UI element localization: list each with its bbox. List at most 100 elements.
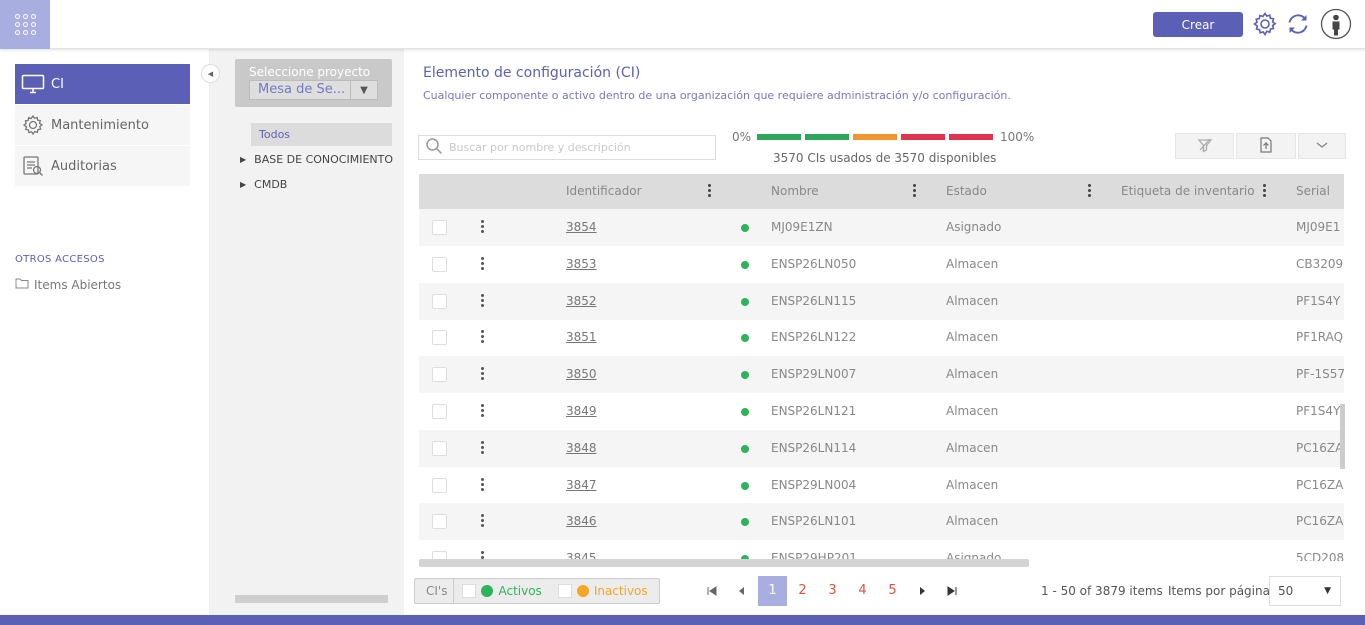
column-header-serial[interactable]: Serial: [1296, 174, 1330, 209]
expand-triangle-icon[interactable]: ▶: [240, 155, 246, 164]
tree-item-base-conocimiento[interactable]: ▶ BASE DE CONOCIMIENTO: [240, 153, 393, 166]
collapse-sidebar-button[interactable]: ◀: [201, 64, 220, 83]
status-dot: [741, 481, 749, 490]
project-panel: Seleccione proyecto Mesa de Se... ▼ Todo…: [210, 49, 404, 615]
column-menu-icon[interactable]: [708, 184, 712, 197]
column-menu-icon[interactable]: [913, 184, 917, 197]
table-row[interactable]: 3854 MJ09E1ZN Asignado MJ09E1: [419, 209, 1344, 246]
last-page-button[interactable]: [940, 576, 964, 606]
page-title: Elemento de configuración (CI): [423, 65, 641, 81]
row-checkbox[interactable]: [432, 367, 447, 383]
more-options-button[interactable]: [1298, 133, 1346, 159]
table-row[interactable]: 3851 ENSP26LN122 Almacen PF1RAQ: [419, 319, 1344, 356]
monitor-icon: [15, 74, 51, 94]
column-menu-icon[interactable]: [1263, 184, 1267, 197]
items-per-page-select[interactable]: 50 ▼: [1269, 576, 1341, 606]
page-button-2[interactable]: 2: [788, 576, 817, 606]
row-checkbox[interactable]: [432, 220, 447, 235]
create-button[interactable]: Crear: [1153, 12, 1243, 37]
active-filter-checkbox[interactable]: [462, 584, 477, 598]
row-checkbox[interactable]: [432, 514, 447, 530]
row-checkbox[interactable]: [432, 404, 447, 419]
row-identifier-link[interactable]: 3850: [566, 356, 597, 393]
row-menu-icon[interactable]: [481, 404, 484, 417]
page-button-4[interactable]: 4: [848, 576, 877, 606]
row-status: Asignado: [946, 220, 1002, 234]
row-checkbox[interactable]: [432, 477, 447, 493]
row-status: Almacen: [946, 440, 999, 455]
row-menu-icon[interactable]: [481, 477, 484, 491]
page-button-1[interactable]: 1: [758, 576, 787, 606]
inactive-legend-label: Inactivos: [593, 584, 648, 598]
inactive-filter-checkbox[interactable]: [557, 584, 572, 598]
apps-menu-button[interactable]: [0, 0, 50, 49]
nav-item-ci[interactable]: CI: [15, 64, 190, 104]
row-menu-icon[interactable]: [481, 367, 484, 381]
folder-icon: [15, 277, 29, 292]
project-dropdown[interactable]: Mesa de Se... ▼: [249, 80, 378, 100]
row-identifier-link[interactable]: 3849: [566, 393, 597, 430]
column-menu-icon[interactable]: [1088, 184, 1092, 197]
prev-page-button[interactable]: [730, 576, 754, 606]
row-identifier-link[interactable]: 3845: [566, 540, 597, 561]
page-button-3[interactable]: 3: [818, 576, 847, 606]
column-header-identificador[interactable]: Identificador: [566, 174, 642, 209]
row-menu-icon[interactable]: [481, 220, 484, 233]
column-header-nombre[interactable]: Nombre: [771, 174, 819, 209]
table-row[interactable]: 3853 ENSP26LN050 Almacen CB3209: [419, 246, 1344, 283]
row-identifier-link[interactable]: 3851: [566, 319, 597, 356]
search-icon: [425, 137, 443, 158]
table-row[interactable]: 3848 ENSP26LN114 Almacen PC16ZA: [419, 429, 1344, 467]
row-identifier-link[interactable]: 3848: [566, 430, 597, 467]
row-serial: PC16ZA: [1296, 477, 1344, 492]
table-row[interactable]: 3849 ENSP26LN121 Almacen PF1S4Y: [419, 393, 1344, 430]
next-page-button[interactable]: [910, 576, 934, 606]
tree-item-todos[interactable]: Todos: [251, 123, 392, 146]
row-identifier-link[interactable]: 3852: [566, 283, 597, 320]
usage-segment: [805, 134, 849, 140]
row-identifier-link[interactable]: 3846: [566, 503, 597, 540]
project-panel-scrollbar[interactable]: [235, 595, 388, 603]
clear-filter-button[interactable]: [1175, 133, 1234, 159]
row-menu-icon[interactable]: [481, 293, 484, 307]
table-row[interactable]: 3850 ENSP29LN007 Almacen PF-1S57: [419, 356, 1344, 394]
settings-gear-icon[interactable]: [1250, 9, 1280, 39]
refresh-icon[interactable]: [1283, 9, 1313, 39]
row-checkbox[interactable]: [432, 256, 447, 272]
search-input[interactable]: [449, 141, 699, 154]
table-row[interactable]: 3852 ENSP26LN115 Almacen PF1S4Y: [419, 282, 1344, 320]
left-navigation: CI Mantenimiento Auditorias OTROS ACCESO…: [0, 49, 210, 615]
filter-off-icon: [1197, 137, 1213, 156]
expand-triangle-icon[interactable]: ▶: [240, 180, 246, 189]
row-menu-icon[interactable]: [481, 256, 484, 270]
items-abiertos-label: Items Abiertos: [34, 277, 122, 292]
first-page-button[interactable]: [700, 576, 724, 606]
search-box[interactable]: [418, 135, 716, 160]
column-header-etiqueta[interactable]: Etiqueta de inventario: [1121, 174, 1255, 209]
row-status: Almacen: [946, 367, 999, 382]
table-vertical-scrollbar[interactable]: [1340, 404, 1345, 469]
table-horizontal-scrollbar[interactable]: [419, 559, 1029, 567]
row-checkbox[interactable]: [432, 440, 447, 456]
export-button[interactable]: [1236, 133, 1296, 159]
items-abiertos-link[interactable]: Items Abiertos: [15, 277, 121, 292]
row-identifier-link[interactable]: 3847: [566, 467, 597, 504]
table-row[interactable]: 3845 ENSP29HP201 Asignado 5CD208: [419, 540, 1344, 561]
row-identifier-link[interactable]: 3853: [566, 246, 597, 283]
nav-item-auditorias[interactable]: Auditorias: [15, 146, 190, 186]
table-row[interactable]: 3847 ENSP29LN004 Almacen PC16ZA: [419, 467, 1344, 504]
table-row[interactable]: 3846 ENSP26LN101 Almacen PC16ZA: [419, 503, 1344, 541]
row-status: Almacen: [946, 514, 999, 529]
row-checkbox[interactable]: [432, 293, 447, 309]
nav-item-mantenimiento[interactable]: Mantenimiento: [15, 105, 190, 145]
row-identifier-link[interactable]: 3854: [566, 209, 597, 246]
tree-item-cmdb[interactable]: ▶ CMDB: [240, 178, 287, 191]
row-checkbox[interactable]: [432, 330, 447, 346]
column-header-estado[interactable]: Estado: [946, 174, 987, 209]
main-content: Elemento de configuración (CI) Cualquier…: [404, 49, 1365, 615]
user-avatar-icon[interactable]: [1320, 8, 1352, 40]
page-button-5[interactable]: 5: [878, 576, 907, 606]
row-menu-icon[interactable]: [481, 514, 484, 528]
row-menu-icon[interactable]: [481, 440, 484, 454]
row-menu-icon[interactable]: [481, 330, 484, 344]
